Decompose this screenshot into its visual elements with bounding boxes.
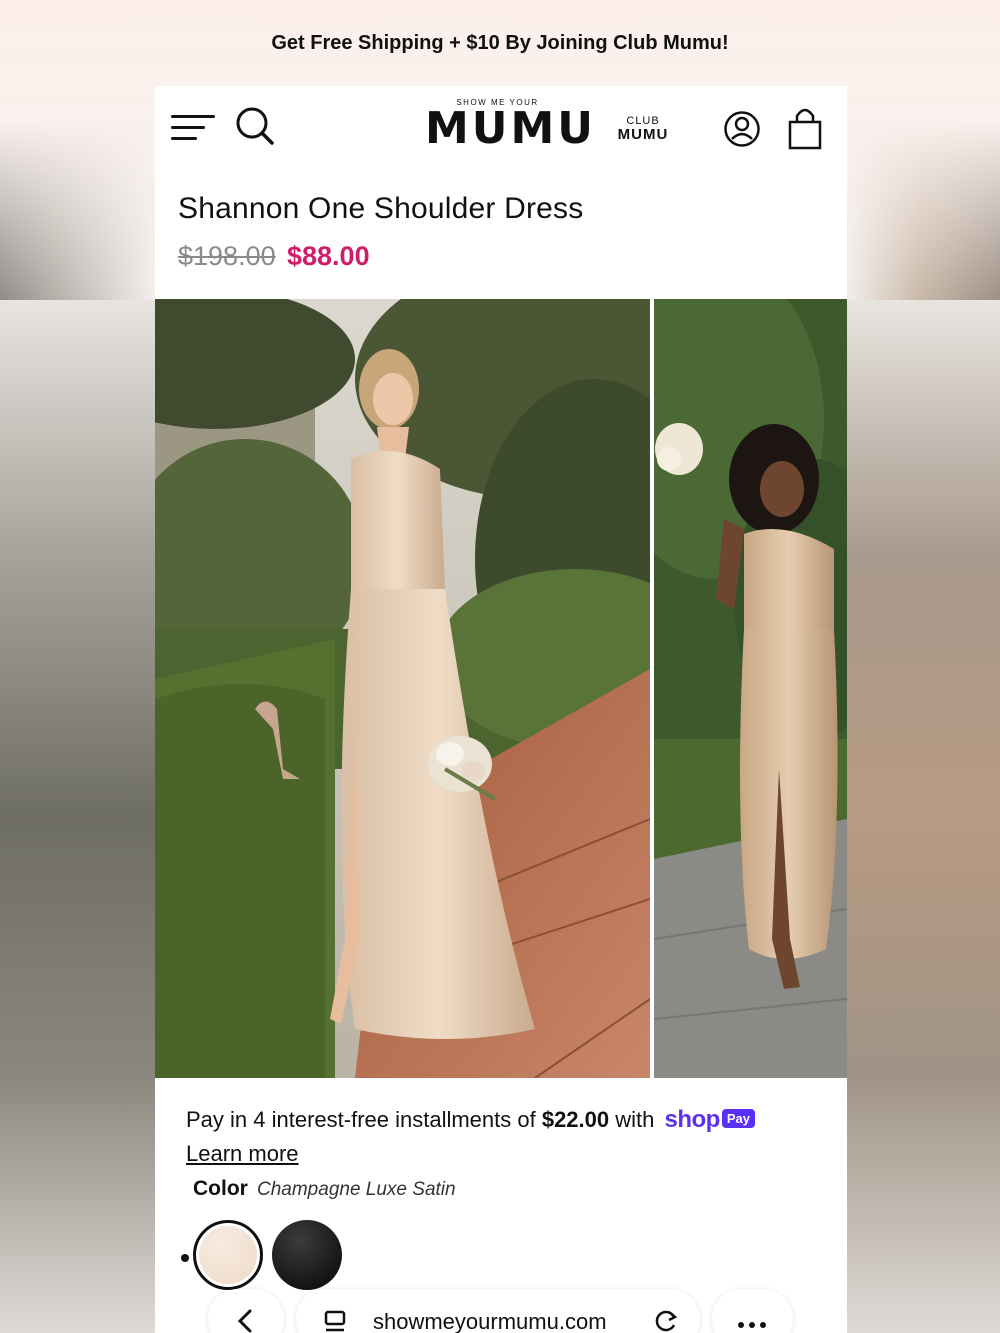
right-backdrop bbox=[847, 300, 1000, 1333]
url-text: showmeyourmumu.com bbox=[373, 1309, 607, 1333]
installments-prefix: Pay in 4 interest-free installments of bbox=[186, 1107, 542, 1132]
product-title: Shannon One Shoulder Dress bbox=[178, 192, 584, 225]
reload-icon[interactable] bbox=[652, 1307, 680, 1333]
menu-icon[interactable] bbox=[171, 111, 215, 145]
logo-wordmark: MUMU bbox=[425, 103, 597, 154]
address-bar[interactable]: showmeyourmumu.com bbox=[296, 1289, 700, 1333]
back-button[interactable] bbox=[208, 1289, 284, 1333]
cart-icon[interactable] bbox=[785, 106, 825, 152]
swatch-black[interactable] bbox=[272, 1220, 342, 1290]
installments-suffix: with bbox=[609, 1107, 661, 1132]
product-photo-main[interactable] bbox=[155, 299, 650, 1078]
search-icon[interactable] bbox=[235, 106, 275, 146]
color-selected-value: Champagne Luxe Satin bbox=[257, 1179, 456, 1200]
more-icon bbox=[738, 1322, 766, 1328]
shop-pay-badge: Pay bbox=[721, 1109, 755, 1128]
more-button[interactable] bbox=[712, 1289, 793, 1333]
sale-price: $88.00 bbox=[287, 241, 370, 271]
club-mumu-link[interactable]: CLUB MUMU bbox=[615, 114, 671, 142]
account-icon[interactable] bbox=[723, 110, 761, 148]
learn-more-link[interactable]: Learn more bbox=[186, 1141, 299, 1167]
back-icon bbox=[237, 1309, 252, 1333]
promo-banner[interactable]: Get Free Shipping + $10 By Joining Club … bbox=[0, 32, 1000, 55]
club-label-bottom: MUMU bbox=[617, 126, 669, 143]
shop-pay-logo: shop bbox=[664, 1106, 720, 1133]
installment-amount: $22.00 bbox=[541, 1107, 610, 1132]
color-label: Color bbox=[193, 1177, 248, 1200]
product-photo-secondary[interactable] bbox=[654, 299, 847, 1078]
original-price: $198.00 bbox=[178, 241, 276, 271]
swatch-champagne[interactable] bbox=[193, 1220, 263, 1290]
gallery-dot[interactable] bbox=[181, 1254, 189, 1262]
product-gallery[interactable] bbox=[155, 299, 847, 1262]
left-backdrop bbox=[0, 300, 155, 1333]
site-logo[interactable]: SHOW ME YOUR MUMU bbox=[425, 98, 597, 154]
product-page: SHOW ME YOUR MUMU CLUB MUMU Shannon One … bbox=[155, 86, 847, 1333]
installments-text: Pay in 4 interest-free installments of $… bbox=[186, 1106, 755, 1134]
tabs-icon[interactable] bbox=[322, 1309, 348, 1333]
site-header: SHOW ME YOUR MUMU CLUB MUMU bbox=[155, 86, 847, 176]
browser-toolbar: showmeyourmumu.com bbox=[208, 1289, 793, 1333]
